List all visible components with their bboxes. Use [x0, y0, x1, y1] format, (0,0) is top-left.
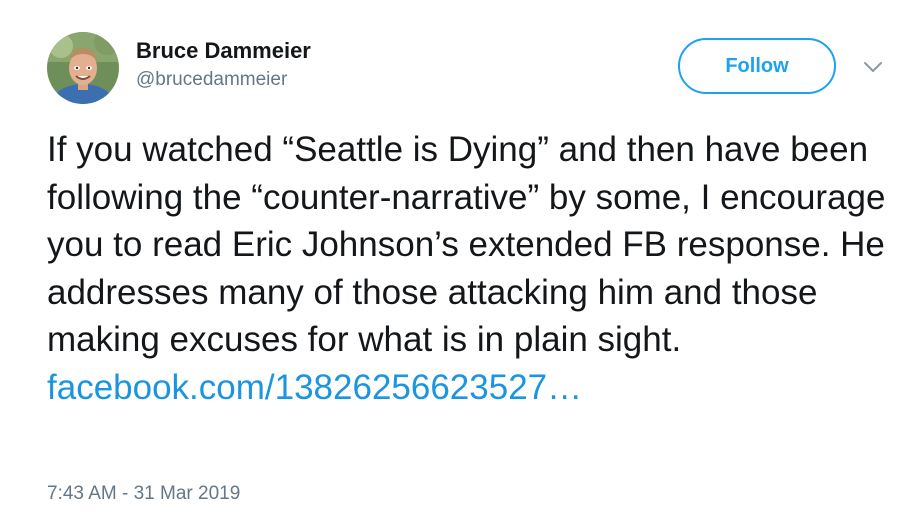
avatar-photo-icon	[47, 32, 119, 104]
tweet-card: Bruce Dammeier @brucedammeier Follow If …	[0, 0, 922, 520]
tweet-link[interactable]: facebook.com/13826256623527…	[47, 368, 582, 407]
tweet-text: If you watched “Seattle is Dying” and th…	[47, 126, 907, 411]
tweet-timestamp[interactable]: 7:43 AM - 31 Mar 2019	[47, 482, 240, 506]
chevron-down-icon	[864, 62, 882, 72]
tweet-body: If you watched “Seattle is Dying” and th…	[47, 130, 886, 359]
more-options-button[interactable]	[860, 58, 886, 78]
author-handle[interactable]: @brucedammeier	[136, 68, 311, 92]
author-names: Bruce Dammeier @brucedammeier	[136, 38, 311, 92]
follow-button[interactable]: Follow	[678, 38, 836, 94]
avatar[interactable]	[47, 32, 119, 104]
author-display-name[interactable]: Bruce Dammeier	[136, 38, 311, 64]
